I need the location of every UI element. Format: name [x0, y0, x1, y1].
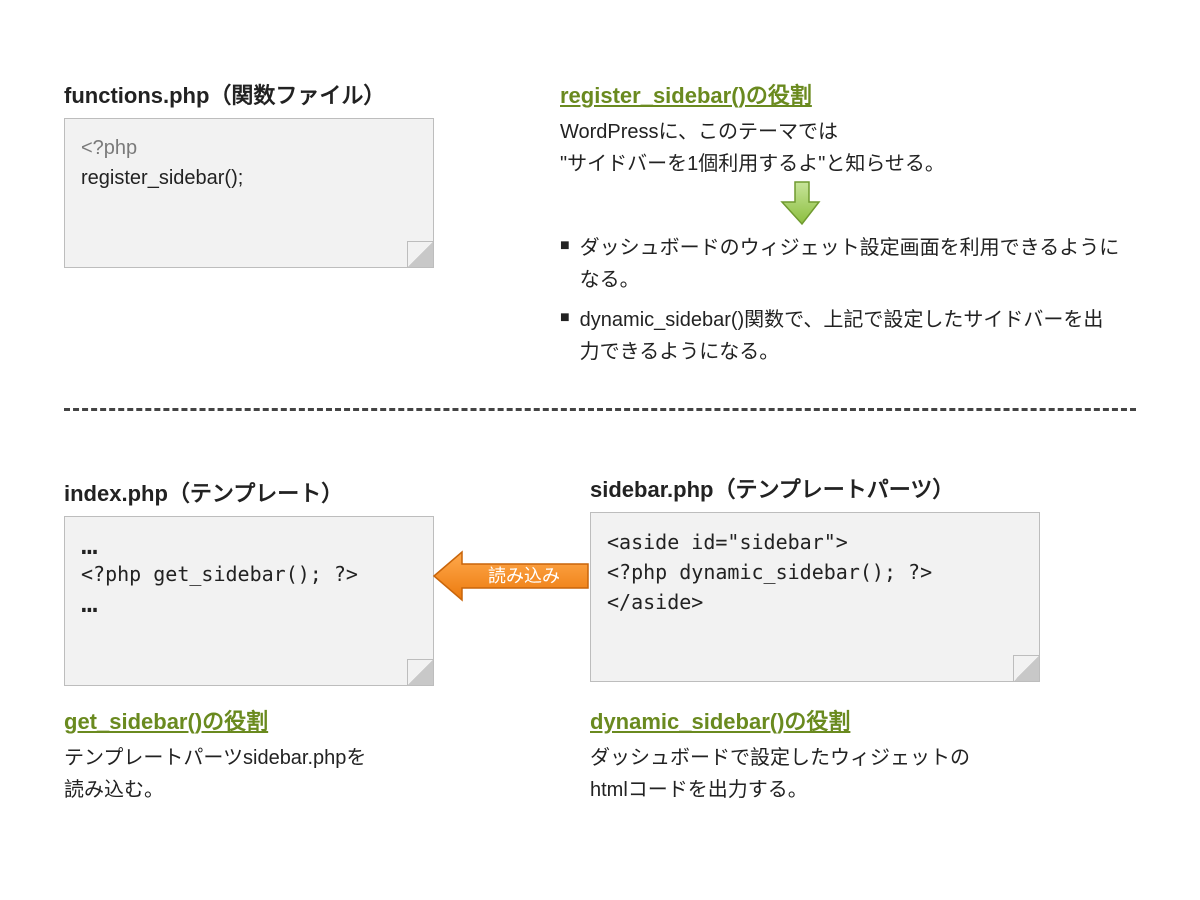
- sidebar-block: sidebar.php（テンプレートパーツ） <aside id="sideba…: [590, 472, 1040, 682]
- dynamic-sidebar-block: dynamic_sidebar()の役割 ダッシュボードで設定したウィジェットの…: [590, 704, 1070, 806]
- square-bullet-icon: ■: [560, 304, 570, 368]
- register-bullet-text: dynamic_sidebar()関数で、上記で設定したサイドバーを出力できるよ…: [580, 304, 1120, 368]
- register-bullets: ■ ダッシュボードのウィジェット設定画面を利用できるようになる。 ■ dynam…: [560, 232, 1120, 376]
- functions-block: functions.php（関数ファイル） <?php register_sid…: [64, 78, 434, 268]
- page-fold-icon: [407, 241, 433, 267]
- dynamic-sidebar-desc-line-2: htmlコードを出力する。: [590, 774, 1070, 806]
- get-sidebar-desc: テンプレートパーツsidebar.phpを 読み込む。: [64, 742, 494, 806]
- register-desc: WordPressに、このテーマでは "サイドバーを1個利用するよ"と知らせる。: [560, 116, 1120, 180]
- arrow-down-icon: [780, 180, 824, 228]
- index-code-box: … <?php get_sidebar(); ?> …: [64, 516, 434, 686]
- register-desc-line-2: "サイドバーを1個利用するよ"と知らせる。: [560, 148, 1120, 180]
- arrow-left-icon: 読み込み: [432, 548, 592, 604]
- register-bullet: ■ ダッシュボードのウィジェット設定画面を利用できるようになる。: [560, 232, 1120, 296]
- register-title-link: register_sidebar()の役割: [560, 78, 812, 110]
- get-sidebar-desc-line-1: テンプレートパーツsidebar.phpを: [64, 742, 494, 774]
- functions-code-line-1: <?php: [81, 133, 417, 163]
- index-code-line-1: …: [81, 531, 417, 559]
- index-title: index.php（テンプレート）: [64, 476, 434, 508]
- index-code-line-2: <?php get_sidebar(); ?>: [81, 559, 417, 589]
- sidebar-code-line-3: </aside>: [607, 587, 1023, 617]
- register-block: register_sidebar()の役割 WordPressに、このテーマでは…: [560, 78, 1120, 180]
- arrow-left-label: 読み込み: [488, 566, 560, 586]
- functions-code-line-2: register_sidebar();: [81, 163, 417, 193]
- page-fold-icon: [1013, 655, 1039, 681]
- dynamic-sidebar-desc: ダッシュボードで設定したウィジェットの htmlコードを出力する。: [590, 742, 1070, 806]
- square-bullet-icon: ■: [560, 232, 570, 296]
- dynamic-sidebar-title-link: dynamic_sidebar()の役割: [590, 704, 850, 736]
- functions-code-box: <?php register_sidebar();: [64, 118, 434, 268]
- index-code-line-3: …: [81, 589, 417, 617]
- sidebar-code-line-1: <aside id="sidebar">: [607, 527, 1023, 557]
- get-sidebar-block: get_sidebar()の役割 テンプレートパーツsidebar.phpを 読…: [64, 704, 494, 806]
- sidebar-code-box: <aside id="sidebar"> <?php dynamic_sideb…: [590, 512, 1040, 682]
- functions-title: functions.php（関数ファイル）: [64, 78, 434, 110]
- register-bullet-text: ダッシュボードのウィジェット設定画面を利用できるようになる。: [580, 232, 1120, 296]
- sidebar-code-line-2: <?php dynamic_sidebar(); ?>: [607, 557, 1023, 587]
- get-sidebar-title-link: get_sidebar()の役割: [64, 704, 268, 736]
- index-block: index.php（テンプレート） … <?php get_sidebar();…: [64, 476, 434, 686]
- get-sidebar-desc-line-2: 読み込む。: [64, 774, 494, 806]
- register-desc-line-1: WordPressに、このテーマでは: [560, 116, 1120, 148]
- sidebar-title: sidebar.php（テンプレートパーツ）: [590, 472, 1040, 504]
- dynamic-sidebar-desc-line-1: ダッシュボードで設定したウィジェットの: [590, 742, 1070, 774]
- page-fold-icon: [407, 659, 433, 685]
- register-bullet: ■ dynamic_sidebar()関数で、上記で設定したサイドバーを出力でき…: [560, 304, 1120, 368]
- section-divider: [64, 408, 1136, 411]
